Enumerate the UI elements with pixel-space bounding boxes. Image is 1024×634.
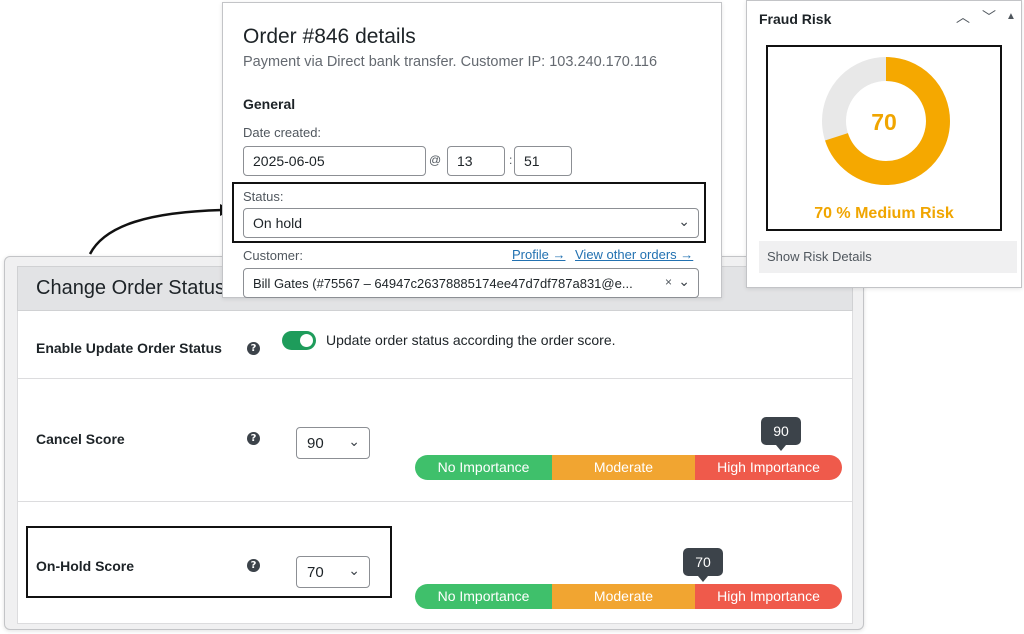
show-risk-details-button[interactable]: Show Risk Details bbox=[759, 241, 1017, 273]
clear-icon[interactable]: × bbox=[665, 275, 672, 289]
date-created-label: Date created: bbox=[243, 125, 322, 140]
colon-separator: : bbox=[509, 153, 513, 167]
at-separator: @ bbox=[429, 153, 442, 167]
chevron-up-icon[interactable]: ︿ bbox=[956, 7, 970, 27]
risk-score-box: 70 70 % Medium Risk bbox=[766, 45, 1002, 231]
hour-input[interactable]: 13 bbox=[447, 146, 505, 176]
chevron-down-icon[interactable]: ﹀ bbox=[982, 7, 996, 27]
order-title: Order #846 details bbox=[243, 25, 416, 48]
collapse-triangle-icon[interactable]: ▲ bbox=[1006, 11, 1016, 22]
customer-select[interactable]: Bill Gates (#75567 – 64947c26378885174ee… bbox=[243, 268, 699, 298]
fraud-risk-title: Fraud Risk bbox=[759, 11, 832, 27]
risk-level-label: 70 % Medium Risk bbox=[814, 205, 954, 222]
order-details-card: Order #846 details Payment via Direct ba… bbox=[222, 2, 722, 298]
risk-score-value: 70 bbox=[871, 109, 897, 135]
status-label: Status: bbox=[243, 189, 284, 204]
chevron-down-icon: ⌄ bbox=[678, 273, 690, 289]
chevron-down-icon: ⌄ bbox=[678, 213, 690, 229]
customer-label: Customer: bbox=[243, 248, 303, 263]
general-heading: General bbox=[243, 96, 296, 112]
customer-value: Bill Gates (#75567 – 64947c26378885174ee… bbox=[253, 276, 633, 291]
profile-link[interactable]: Profile → bbox=[512, 247, 565, 262]
order-subtitle: Payment via Direct bank transfer. Custom… bbox=[243, 54, 658, 70]
date-created-input[interactable]: 2025-06-05 bbox=[243, 146, 426, 176]
status-value: On hold bbox=[253, 215, 303, 231]
status-select[interactable]: On hold ⌄ bbox=[243, 208, 699, 238]
view-other-orders-link[interactable]: View other orders → bbox=[575, 247, 693, 262]
fraud-risk-widget: Fraud Risk ︿ ﹀ ▲ 70 70 % Medium Risk Sho… bbox=[746, 0, 1022, 288]
minute-input[interactable]: 51 bbox=[514, 146, 572, 176]
